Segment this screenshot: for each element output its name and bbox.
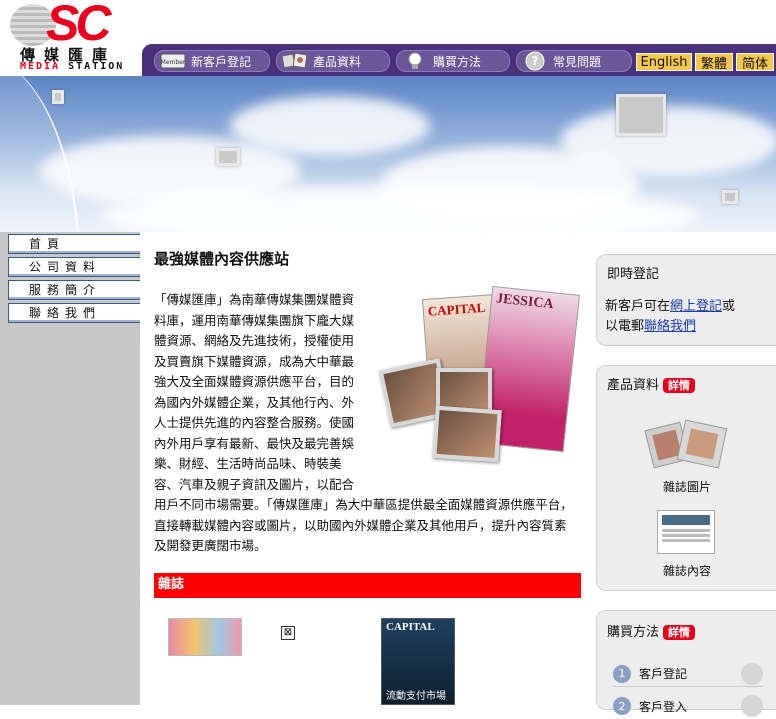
leftnav-services[interactable]: 服務簡介 bbox=[8, 280, 140, 300]
top-navbar: Member 新客戶登記 產品資料 購買方法 ? 常見問題 English 繁體… bbox=[142, 44, 776, 76]
magazine-section-header: 雜誌 bbox=[154, 573, 581, 598]
magazine-thumbnail[interactable] bbox=[168, 618, 242, 656]
leftnav-contact[interactable]: 聯絡我們 bbox=[8, 303, 140, 323]
lightbulb-icon bbox=[408, 52, 422, 69]
purchase-panel-title: 購買方法 詳情 bbox=[607, 621, 696, 640]
nav-label: 新客戶登記 bbox=[191, 54, 252, 69]
product-label[interactable]: 雜誌圖片 bbox=[637, 478, 737, 495]
contact-us-link[interactable]: 聯絡我們 bbox=[644, 319, 696, 334]
nav-new-customer-button[interactable]: Member 新客戶登記 bbox=[154, 50, 270, 72]
purchase-panel: 購買方法 詳情 1 客戶登記 2 客戶登入 bbox=[596, 610, 776, 717]
nav-label: 常見問題 bbox=[553, 54, 602, 69]
step-number-icon: 2 bbox=[613, 697, 631, 715]
logo-english: MEDIA STATION bbox=[20, 61, 125, 72]
step-label: 客戶登記 bbox=[639, 667, 688, 681]
banner-frame bbox=[616, 94, 666, 136]
register-panel-title: 即時登記 bbox=[607, 267, 660, 282]
main-content: 最強媒體內容供應站 CAPITAL JESSICA 「傳媒匯庫」為南華傳媒集團媒… bbox=[154, 248, 582, 553]
photo-frame bbox=[432, 405, 502, 463]
purchase-step[interactable]: 1 客戶登記 bbox=[613, 661, 763, 687]
photo-frames-icon bbox=[281, 52, 308, 69]
magazine-collage: CAPITAL JESSICA bbox=[366, 285, 581, 490]
purchase-details-button[interactable]: 詳情 bbox=[663, 625, 696, 640]
products-details-button[interactable]: 詳情 bbox=[663, 378, 696, 393]
lang-traditional-button[interactable]: 繁體 bbox=[695, 53, 733, 72]
login-icon bbox=[741, 695, 763, 717]
nav-products-button[interactable]: 產品資料 bbox=[276, 50, 390, 72]
nav-label: 產品資料 bbox=[313, 54, 362, 69]
cover-caption: 流動支付市場 bbox=[386, 691, 446, 702]
site-logo[interactable]: SC 傳媒匯庫 MEDIA STATION bbox=[6, 0, 134, 74]
left-nav: 首頁 公司資料 服務簡介 聯絡我們 bbox=[8, 234, 140, 326]
magazine-thumbnail[interactable]: CAPITAL 流動支付市場 bbox=[381, 618, 455, 705]
product-label[interactable]: 雜誌內容 bbox=[637, 562, 737, 579]
lang-english-button[interactable]: English bbox=[636, 53, 692, 71]
banner-frame bbox=[52, 90, 64, 104]
sky-banner bbox=[0, 76, 776, 232]
header: SC 傳媒匯庫 MEDIA STATION Member 新客戶登記 產品資料 bbox=[0, 0, 776, 76]
page-title: 最強媒體內容供應站 bbox=[154, 250, 290, 268]
banner-frame bbox=[722, 190, 738, 204]
leftnav-home[interactable]: 首頁 bbox=[8, 234, 140, 254]
broken-image-icon: ⊠ bbox=[281, 626, 295, 640]
leftnav-company[interactable]: 公司資料 bbox=[8, 257, 140, 277]
nav-purchase-button[interactable]: 購買方法 bbox=[396, 50, 510, 72]
intro-text-block: CAPITAL JESSICA 「傳媒匯庫」為南華傳媒集團媒體資料庫，運用南華傳… bbox=[154, 285, 581, 557]
nav-faq-button[interactable]: ? 常見問題 bbox=[516, 50, 632, 72]
nav-label: 購買方法 bbox=[433, 54, 482, 69]
lang-simplified-button[interactable]: 简体 bbox=[736, 53, 774, 72]
question-icon: ? bbox=[525, 51, 545, 71]
step-label: 客戶登入 bbox=[639, 699, 688, 714]
register-online-link[interactable]: 網上登記 bbox=[670, 299, 722, 314]
step-number-icon: 1 bbox=[613, 664, 631, 683]
banner-frame bbox=[216, 148, 240, 166]
svg-text:?: ? bbox=[532, 54, 539, 68]
photo-frames-icon[interactable] bbox=[641, 416, 733, 476]
register-panel: 即時登記 新客戶可在網上登記或 以電郵聯絡我們 bbox=[596, 254, 776, 346]
register-text: 新客戶可在網上登記或 以電郵聯絡我們 bbox=[605, 299, 736, 334]
products-panel: 產品資料 詳情 雜誌圖片 雜誌內容 bbox=[596, 365, 776, 591]
magazine-page-icon[interactable] bbox=[657, 510, 715, 554]
purchase-step[interactable]: 2 客戶登入 bbox=[613, 693, 763, 719]
products-panel-title: 產品資料 詳情 bbox=[607, 374, 696, 393]
user-icon bbox=[741, 662, 763, 685]
svg-text:Member: Member bbox=[161, 59, 186, 66]
member-card-icon: Member bbox=[160, 53, 186, 69]
